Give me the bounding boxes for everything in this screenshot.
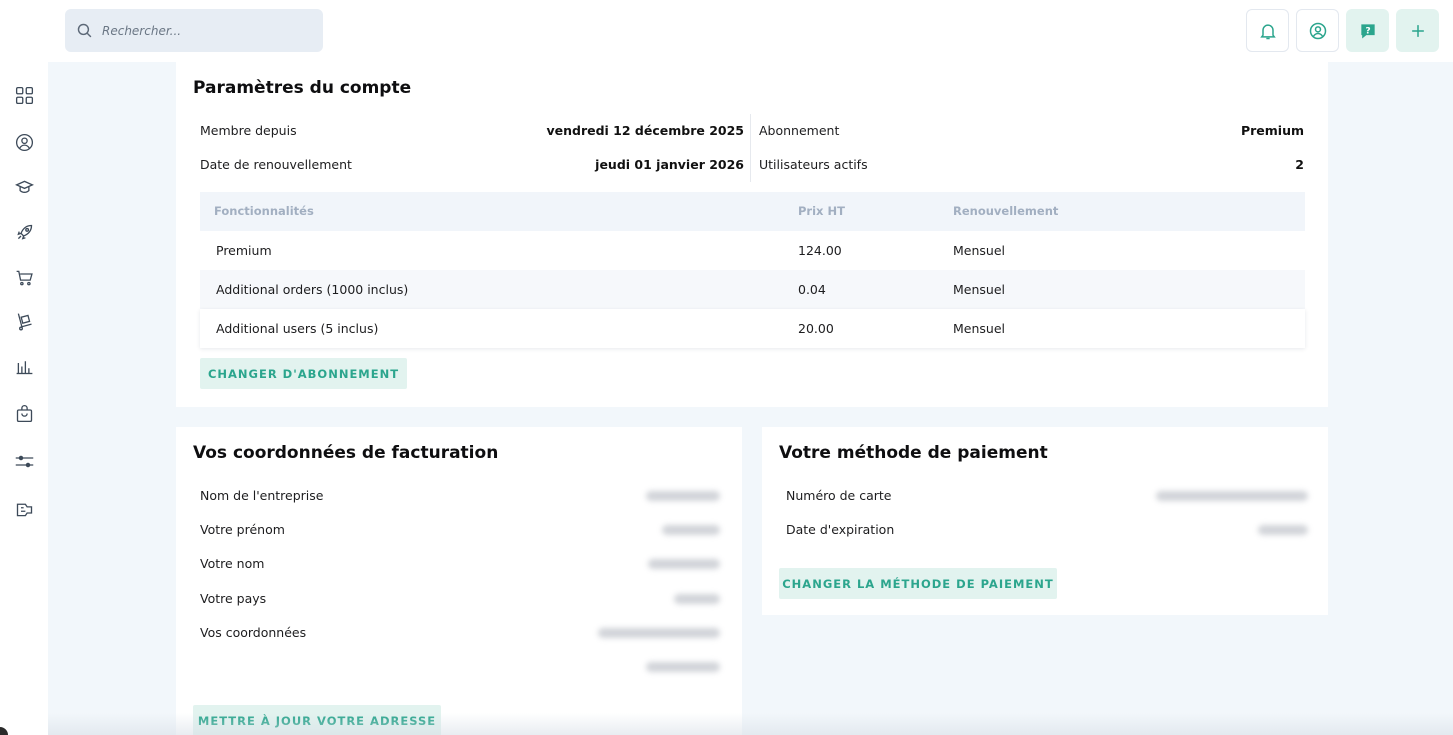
- subscription-label: Abonnement: [759, 123, 840, 138]
- feature-price: 0.04: [798, 282, 826, 297]
- user-icon[interactable]: [12, 130, 36, 154]
- payment-title: Votre méthode de paiement: [779, 443, 1048, 463]
- bag-icon[interactable]: [12, 401, 36, 425]
- column-header-features: Fonctionnalités: [214, 204, 314, 218]
- column-divider: [750, 114, 751, 182]
- search-icon: [77, 23, 92, 38]
- search-bar[interactable]: [65, 9, 323, 52]
- renewal-date-value: jeudi 01 janvier 2026: [595, 157, 744, 172]
- bell-icon: [1259, 23, 1276, 39]
- country-value-redacted: [674, 594, 720, 604]
- settings-sliders-icon[interactable]: [12, 449, 36, 473]
- last-name-label: Votre nom: [200, 556, 265, 571]
- column-header-renewal: Renouvellement: [953, 204, 1059, 218]
- first-name-value-redacted: [662, 525, 720, 535]
- cart-icon[interactable]: [12, 265, 36, 289]
- features-table: Fonctionnalités Prix HT Renouvellement P…: [200, 192, 1305, 348]
- table-header: Fonctionnalités Prix HT Renouvellement: [200, 192, 1305, 231]
- payment-method-card: Votre méthode de paiement Numéro de cart…: [762, 427, 1328, 615]
- account-settings-title: Paramètres du compte: [193, 78, 412, 98]
- company-name-label: Nom de l'entreprise: [200, 488, 324, 503]
- active-users-label: Utilisateurs actifs: [759, 157, 868, 172]
- academy-icon[interactable]: [12, 175, 36, 199]
- search-input[interactable]: [102, 23, 302, 38]
- svg-text:?: ?: [1365, 25, 1370, 36]
- account-settings-card: Paramètres du compte Membre depuis vendr…: [176, 62, 1328, 407]
- dashboard-icon[interactable]: [12, 83, 36, 107]
- card-number-value-redacted: [1156, 491, 1308, 501]
- feature-price: 20.00: [798, 321, 834, 336]
- feature-name: Additional orders (1000 inclus): [216, 282, 409, 297]
- feature-name: Additional users (5 inclus): [216, 321, 379, 336]
- member-since-value: vendredi 12 décembre 2025: [546, 123, 744, 138]
- billing-details-card: Vos coordonnées de facturation Nom de l'…: [176, 427, 742, 735]
- feature-price: 124.00: [798, 243, 842, 258]
- profile-button[interactable]: [1296, 9, 1339, 52]
- address-line-2-redacted: [646, 662, 720, 672]
- change-payment-method-button[interactable]: CHANGER LA MÉTHODE DE PAIEMENT: [779, 568, 1057, 599]
- help-icon: ?: [1360, 23, 1375, 38]
- feature-renewal: Mensuel: [953, 282, 1005, 297]
- billing-title: Vos coordonnées de facturation: [193, 443, 499, 463]
- subscription-value: Premium: [1240, 123, 1304, 138]
- rocket-icon[interactable]: [12, 220, 36, 244]
- company-name-value-redacted: [646, 491, 720, 501]
- feature-name: Premium: [216, 243, 272, 258]
- column-header-price: Prix HT: [798, 204, 845, 218]
- country-label: Votre pays: [200, 591, 267, 606]
- first-name-label: Votre prénom: [200, 522, 285, 537]
- chart-icon[interactable]: [12, 354, 36, 378]
- integrations-icon[interactable]: [12, 497, 36, 521]
- address-label: Vos coordonnées: [200, 625, 307, 640]
- add-button[interactable]: [1396, 9, 1439, 52]
- member-since-label: Membre depuis: [200, 123, 297, 138]
- sidebar: [0, 0, 48, 735]
- active-users-value: 2: [1295, 157, 1304, 172]
- plus-icon: [1411, 24, 1424, 37]
- table-row: Additional orders (1000 inclus) 0.04 Men…: [200, 270, 1305, 309]
- table-row: Additional users (5 inclus) 20.00 Mensue…: [200, 309, 1305, 348]
- user-circle-icon: [1309, 22, 1326, 39]
- feature-renewal: Mensuel: [953, 321, 1005, 336]
- address-line-1-redacted: [598, 628, 720, 638]
- table-row: Premium 124.00 Mensuel: [200, 231, 1305, 270]
- feature-renewal: Mensuel: [953, 243, 1005, 258]
- update-address-button[interactable]: METTRE À JOUR VOTRE ADRESSE: [193, 705, 441, 735]
- last-name-value-redacted: [648, 559, 720, 569]
- notifications-button[interactable]: [1246, 9, 1289, 52]
- package-icon[interactable]: [12, 309, 36, 333]
- change-subscription-button[interactable]: CHANGER D'ABONNEMENT: [200, 358, 407, 389]
- expiry-date-value-redacted: [1258, 525, 1308, 535]
- help-button[interactable]: ?: [1346, 9, 1389, 52]
- card-number-label: Numéro de carte: [786, 488, 892, 503]
- renewal-date-label: Date de renouvellement: [200, 157, 352, 172]
- expiry-date-label: Date d'expiration: [786, 522, 895, 537]
